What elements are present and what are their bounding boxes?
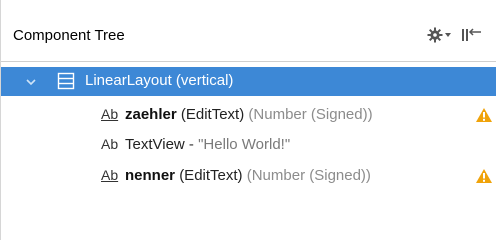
textview-icon: Ab — [101, 136, 119, 152]
component-hint: (Number (Signed)) — [248, 106, 373, 123]
tree-item-label: LinearLayout (vertical) — [85, 72, 234, 89]
component-type: (EditText) — [180, 106, 245, 123]
tree-row-zaehler[interactable]: Ab zaehler (EditText) (Number (Signed)) — [1, 101, 496, 129]
gear-icon — [427, 27, 443, 43]
panel-title: Component Tree — [13, 27, 125, 44]
component-id: zaehler — [125, 106, 177, 123]
edittext-icon: Ab — [101, 167, 119, 183]
warning-icon[interactable] — [475, 107, 493, 123]
tree-item-label: zaehler (EditText) (Number (Signed)) — [125, 106, 373, 123]
chevron-down-icon[interactable] — [25, 75, 37, 87]
component-type: (EditText) — [179, 167, 243, 184]
linear-layout-icon — [57, 72, 75, 90]
tree-row-nenner[interactable]: Ab nenner (EditText) (Number (Signed)) — [1, 162, 496, 190]
dropdown-caret-icon — [445, 33, 451, 37]
component-hint: (Number (Signed)) — [246, 167, 371, 184]
tree-item-label: TextView - "Hello World!" — [125, 136, 290, 153]
component-type: TextView — [125, 136, 185, 153]
collapse-all-icon — [461, 28, 483, 48]
panel-header: Component Tree — [1, 0, 496, 62]
tree-item-label: nenner (EditText) (Number (Signed)) — [125, 167, 371, 184]
component-tree-panel: Component Tree LinearLayout (vertical) A… — [0, 0, 496, 240]
component-text: "Hello World!" — [198, 136, 291, 153]
separator: - — [184, 136, 199, 153]
component-id: nenner — [125, 167, 176, 184]
tree-row-linearlayout[interactable]: LinearLayout (vertical) — [1, 67, 496, 96]
warning-icon[interactable] — [475, 168, 493, 184]
tree-row-textview[interactable]: Ab TextView - "Hello World!" — [1, 131, 496, 159]
collapse-all-button[interactable] — [461, 26, 483, 44]
settings-button[interactable] — [427, 25, 451, 45]
edittext-icon: Ab — [101, 106, 119, 122]
